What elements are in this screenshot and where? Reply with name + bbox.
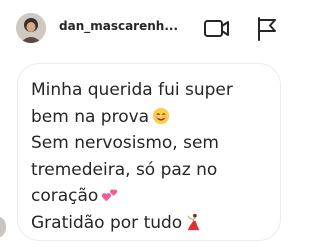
message-line: Gratidão por tudo (31, 210, 274, 237)
chat-header: dan_mascarenh... (0, 0, 300, 54)
dancer-emoji-icon (187, 213, 200, 230)
username[interactable]: dan_mascarenh... (59, 19, 179, 33)
two-hearts-emoji-icon (102, 189, 118, 202)
message-line: bem na prova (31, 104, 274, 131)
flag-icon (258, 17, 276, 41)
profile-photo-icon (16, 13, 46, 43)
report-flag-button[interactable] (253, 13, 281, 43)
message-line: Minha querida fui super (31, 80, 233, 100)
smiling-face-emoji-icon (153, 107, 170, 124)
message-bubble[interactable]: Minha querida fui super bem na prova Sem… (17, 63, 281, 241)
sender-avatar-partial[interactable] (0, 216, 6, 238)
message-line: Sem nervosismo, sem (31, 133, 219, 153)
avatar[interactable] (16, 13, 46, 43)
message-line: coração (31, 183, 274, 210)
video-camera-icon (204, 20, 229, 37)
message-text: Minha querida fui super bem na prova Sem… (31, 77, 274, 236)
video-call-button[interactable] (203, 13, 231, 43)
message-line: tremedeira, só paz no (31, 159, 218, 180)
